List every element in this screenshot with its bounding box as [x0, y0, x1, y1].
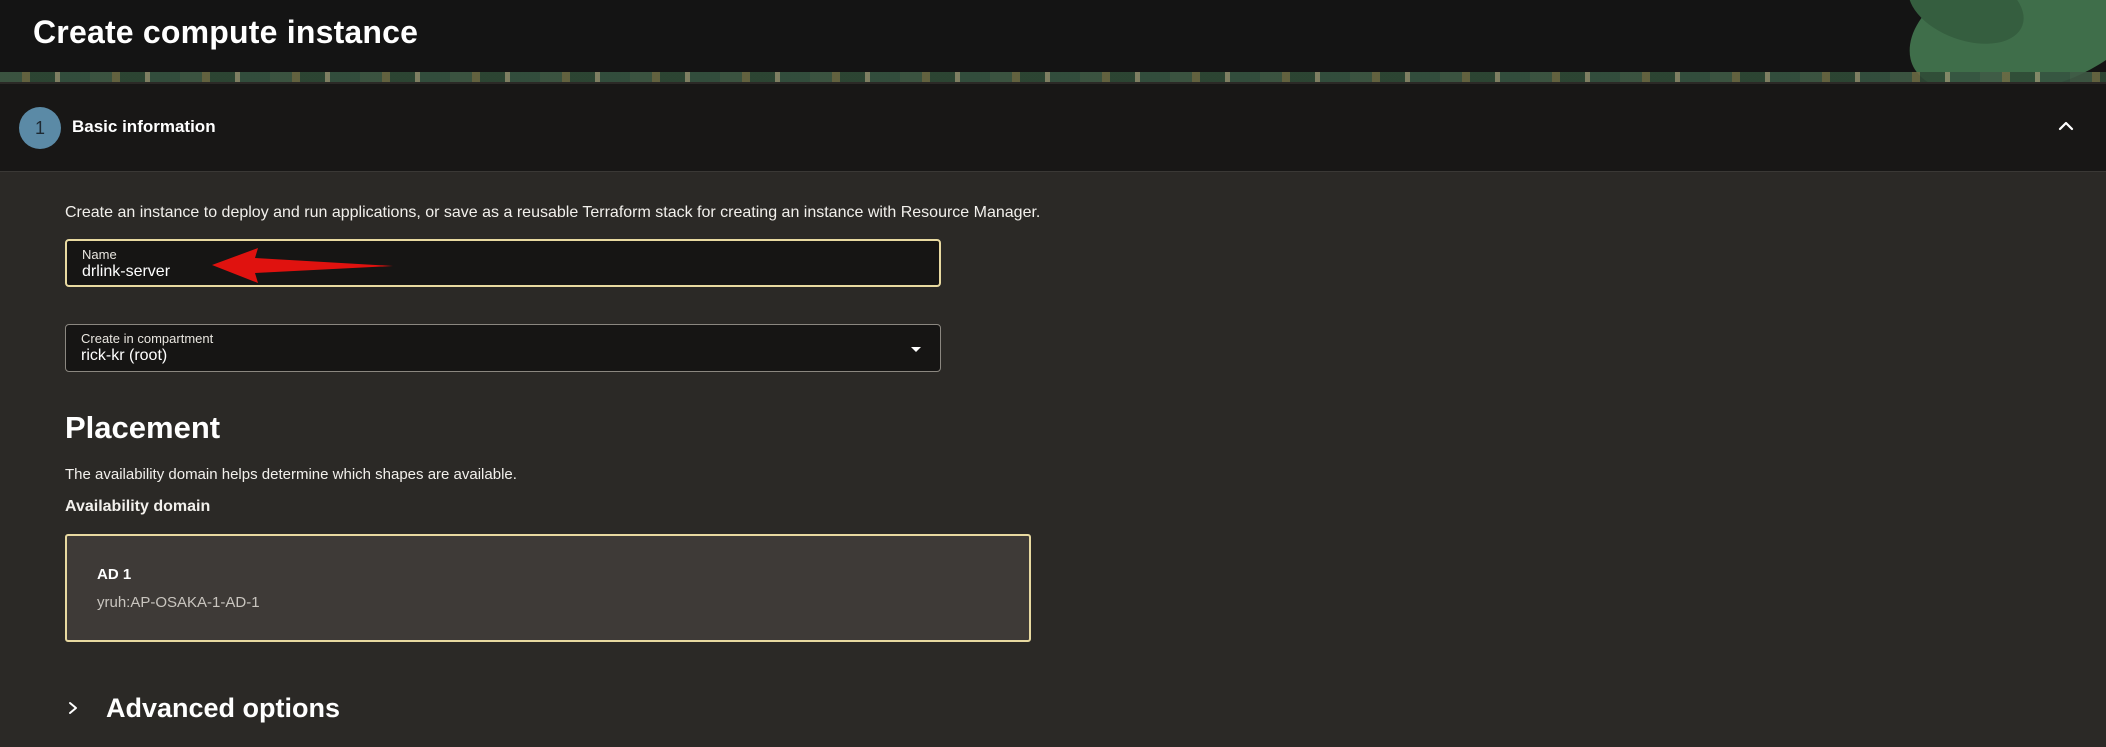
- placement-heading: Placement: [65, 410, 221, 445]
- name-input[interactable]: [82, 263, 782, 281]
- intro-description: Create an instance to deploy and run app…: [65, 204, 1041, 221]
- step-number-badge: 1: [19, 107, 61, 149]
- section-basic-information[interactable]: 1 Basic information: [0, 84, 2106, 172]
- compartment-select[interactable]: Create in compartment rick-kr (root): [65, 324, 941, 372]
- name-field[interactable]: Name: [65, 239, 941, 287]
- compartment-value: rick-kr (root): [81, 347, 168, 364]
- caret-down-icon[interactable]: [910, 343, 922, 355]
- page-header: Create compute instance: [0, 0, 2106, 82]
- placement-description: The availability domain helps determine …: [65, 466, 517, 483]
- advanced-options-toggle[interactable]: Advanced options: [66, 690, 340, 726]
- ad-card-name: AD 1: [97, 566, 132, 583]
- page-title: Create compute instance: [33, 14, 419, 50]
- availability-domain-label: Availability domain: [65, 498, 211, 515]
- advanced-options-label: Advanced options: [106, 692, 341, 723]
- chevron-right-icon: [69, 702, 77, 714]
- name-field-label: Name: [82, 247, 117, 262]
- availability-domain-card[interactable]: AD 1 yruh:AP-OSAKA-1-AD-1: [65, 534, 1031, 642]
- ad-card-id: yruh:AP-OSAKA-1-AD-1: [97, 594, 260, 611]
- section-title: Basic information: [72, 117, 216, 136]
- chevron-up-icon[interactable]: [2054, 114, 2078, 138]
- compartment-field-label: Create in compartment: [81, 331, 214, 346]
- header-pattern-strip: [0, 72, 2106, 82]
